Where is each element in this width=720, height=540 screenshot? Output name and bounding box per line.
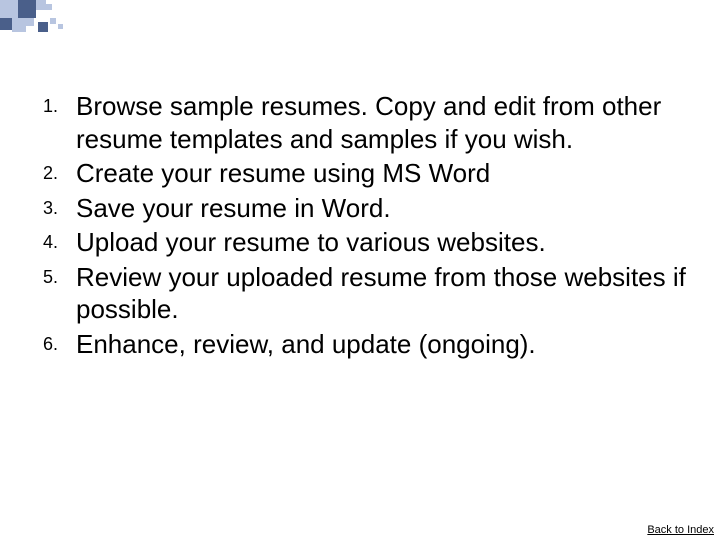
list-item: 4. Upload your resume to various website… <box>22 226 698 259</box>
list-number: 2. <box>22 157 62 184</box>
list-number: 5. <box>22 261 62 288</box>
list-text: Create your resume using MS Word <box>62 157 698 190</box>
back-to-index-link[interactable]: Back to Index <box>647 524 714 536</box>
list-number: 6. <box>22 328 62 355</box>
list-text: Upload your resume to various websites. <box>62 226 698 259</box>
numbered-list: 1. Browse sample resumes. Copy and edit … <box>22 90 698 360</box>
list-text: Save your resume in Word. <box>62 192 698 225</box>
list-item: 1. Browse sample resumes. Copy and edit … <box>22 90 698 155</box>
list-text: Browse sample resumes. Copy and edit fro… <box>62 90 698 155</box>
list-text: Review your uploaded resume from those w… <box>62 261 698 326</box>
list-item: 5. Review your uploaded resume from thos… <box>22 261 698 326</box>
list-text: Enhance, review, and update (ongoing). <box>62 328 698 361</box>
list-number: 4. <box>22 226 62 253</box>
list-item: 6. Enhance, review, and update (ongoing)… <box>22 328 698 361</box>
slide-content: 1. Browse sample resumes. Copy and edit … <box>22 90 698 362</box>
list-item: 3. Save your resume in Word. <box>22 192 698 225</box>
list-item: 2. Create your resume using MS Word <box>22 157 698 190</box>
list-number: 3. <box>22 192 62 219</box>
list-number: 1. <box>22 90 62 117</box>
